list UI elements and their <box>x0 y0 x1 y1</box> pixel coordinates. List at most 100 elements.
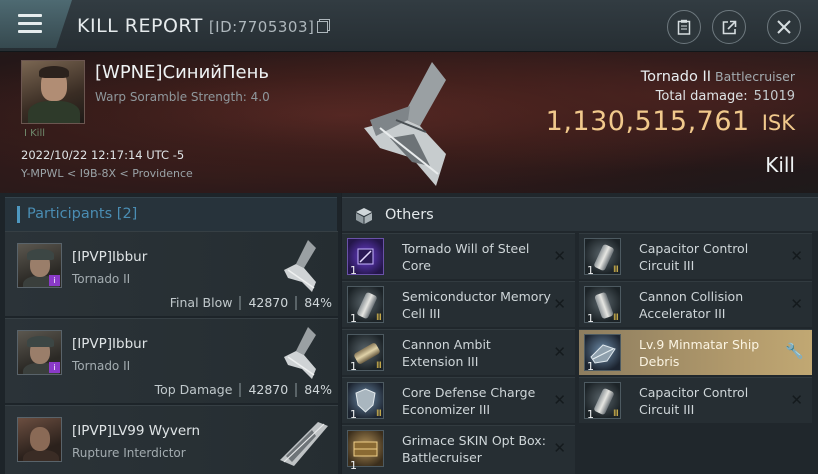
victim-ship-image <box>364 62 446 186</box>
victim-pilot-name[interactable]: [WPNE]СинийПень <box>95 62 269 83</box>
participant-row[interactable]: [IPVP]LV99 Wyvern Rupture Interdictor <box>5 405 338 474</box>
close-icon: ✕ <box>790 247 803 265</box>
close-button[interactable] <box>767 10 801 44</box>
participant-stats: Top Damage 42870 84% <box>155 382 332 397</box>
item-name: Lv.9 Minmatar Ship Debris <box>639 337 760 369</box>
participant-stats: Final Blow 42870 84% <box>170 295 332 310</box>
corp-logo: I Kill <box>24 128 46 139</box>
participant-ship: Tornado II <box>72 272 131 286</box>
wrench-icon[interactable]: 🔧 <box>785 342 804 360</box>
participant-ship-icon <box>284 327 316 379</box>
item-quantity: 1 <box>350 312 357 325</box>
item-name: Core Defense Charge Economizer III <box>402 385 536 417</box>
item-row[interactable]: 1 III Capacitor Control Circuit III ✕ <box>579 233 812 279</box>
item-row[interactable]: 1 III Capacitor Control Circuit III ✕ <box>579 377 812 423</box>
participant-percent: 84% <box>304 382 332 397</box>
meta-level-icon: III <box>376 409 382 419</box>
menu-icon <box>18 14 42 34</box>
others-header: Others <box>342 197 818 231</box>
participant-ship: Rupture Interdictor <box>72 446 186 460</box>
isk-value: 1,130,515,761 ISK <box>546 106 795 137</box>
participants-panel: Participants [2] i [IPVP]Ibbur Tornado I… <box>0 193 341 474</box>
participant-role: Final Blow <box>169 295 233 310</box>
cube-icon <box>356 208 372 224</box>
share-icon <box>722 20 736 34</box>
item-name: Cannon Collision Accelerator III <box>639 289 744 321</box>
participant-role: Top Damage <box>154 382 233 397</box>
clipboard-icon <box>677 19 691 35</box>
participants-label: Participants <box>27 206 113 222</box>
item-row[interactable]: 1 Tornado Will of Steel Core ✕ <box>342 233 575 279</box>
victim-avatar[interactable] <box>21 60 85 124</box>
close-icon: ✕ <box>790 391 803 409</box>
item-row[interactable]: 1 III Core Defense Charge Economizer III… <box>342 377 575 423</box>
share-button[interactable] <box>712 10 746 44</box>
close-icon <box>777 20 791 34</box>
kill-datetime: 2022/10/22 12:17:14 UTC -5 <box>21 148 185 162</box>
victim-ship-class: Battlecruiser <box>715 69 795 84</box>
victim-ship-name[interactable]: Tornado II <box>641 69 711 85</box>
item-row[interactable]: 1 III Semiconductor Memory Cell III ✕ <box>342 281 575 327</box>
isk-amount: 1,130,515,761 <box>545 106 750 137</box>
corp-badge-icon: i <box>49 362 60 373</box>
participant-ship-icon <box>280 422 328 466</box>
close-icon: ✕ <box>553 295 566 313</box>
others-panel: Others 1 Tornado Will of Steel Core ✕ 1 … <box>342 193 818 474</box>
participant-name[interactable]: [IPVP]Ibbur <box>72 336 147 352</box>
close-icon: ✕ <box>553 439 566 457</box>
item-quantity: 1 <box>587 264 594 277</box>
kill-result: Kill <box>765 153 795 177</box>
item-name: Semiconductor Memory Cell III <box>402 289 551 321</box>
victim-ship: Tornado II Battlecruiser <box>641 69 795 85</box>
participant-name[interactable]: [IPVP]Ibbur <box>72 249 147 265</box>
participant-name[interactable]: [IPVP]LV99 Wyvern <box>72 423 200 439</box>
item-row[interactable]: 1 III Cannon Ambit Extension III ✕ <box>342 329 575 375</box>
title-text: KILL REPORT <box>77 15 203 37</box>
total-damage: Total damage: 51019 <box>656 89 795 104</box>
item-quantity: 1 <box>587 360 594 373</box>
menu-button[interactable] <box>0 0 72 48</box>
isk-currency: ISK <box>761 111 795 135</box>
corp-badge-icon: i <box>49 275 60 286</box>
report-id: [ID:7705303] <box>208 18 315 36</box>
item-name: Grimace SKIN Opt Box: Battlecruiser <box>402 433 546 465</box>
others-label: Others <box>385 207 434 223</box>
participant-avatar[interactable] <box>17 417 62 462</box>
item-name: Capacitor Control Circuit III <box>639 385 749 417</box>
item-row[interactable]: 1 Grimace SKIN Opt Box: Battlecruiser ✕ <box>342 425 575 474</box>
clipboard-button[interactable] <box>667 10 701 44</box>
item-name: Cannon Ambit Extension III <box>402 337 491 369</box>
page-title: KILL REPORT [ID:7705303] <box>77 15 329 37</box>
meta-level-icon: III <box>613 265 619 275</box>
item-quantity: 1 <box>350 360 357 373</box>
total-damage-label: Total damage: <box>655 89 748 104</box>
participant-percent: 84% <box>304 295 332 310</box>
participant-avatar[interactable]: i <box>17 243 62 288</box>
copy-icon[interactable] <box>317 21 329 33</box>
close-icon: ✕ <box>553 391 566 409</box>
item-quantity: 1 <box>350 459 357 472</box>
participants-count: [2] <box>116 206 138 222</box>
participant-ship-icon <box>284 240 316 292</box>
meta-level-icon: III <box>376 361 382 371</box>
item-quantity: 1 <box>587 312 594 325</box>
meta-level-icon: III <box>613 409 619 419</box>
warp-scramble-strength: Warp Soramble Strength: 4.0 <box>95 90 270 104</box>
close-icon: ✕ <box>553 247 566 265</box>
item-row-highlighted[interactable]: 1 Lv.9 Minmatar Ship Debris 🔧 <box>579 329 812 375</box>
participant-row[interactable]: i [IPVP]Ibbur Tornado II Final Blow 42870… <box>5 231 338 316</box>
item-name: Capacitor Control Circuit III <box>639 241 749 273</box>
participants-header[interactable]: Participants [2] <box>5 197 337 231</box>
participant-row[interactable]: i [IPVP]Ibbur Tornado II Top Damage 42870… <box>5 318 338 403</box>
item-name: Tornado Will of Steel Core <box>402 241 530 273</box>
item-row[interactable]: 1 III Cannon Collision Accelerator III ✕ <box>579 281 812 327</box>
meta-level-icon: III <box>613 313 619 323</box>
participant-ship: Tornado II <box>72 359 131 373</box>
item-quantity: 1 <box>587 408 594 421</box>
participant-damage: 42870 <box>248 295 289 310</box>
title-bar: KILL REPORT [ID:7705303] <box>0 0 818 52</box>
close-icon: ✕ <box>790 295 803 313</box>
meta-level-icon: III <box>376 313 382 323</box>
participant-avatar[interactable]: i <box>17 330 62 375</box>
kill-location[interactable]: Y-MPWL < I9B-8X < Providence <box>21 167 193 180</box>
